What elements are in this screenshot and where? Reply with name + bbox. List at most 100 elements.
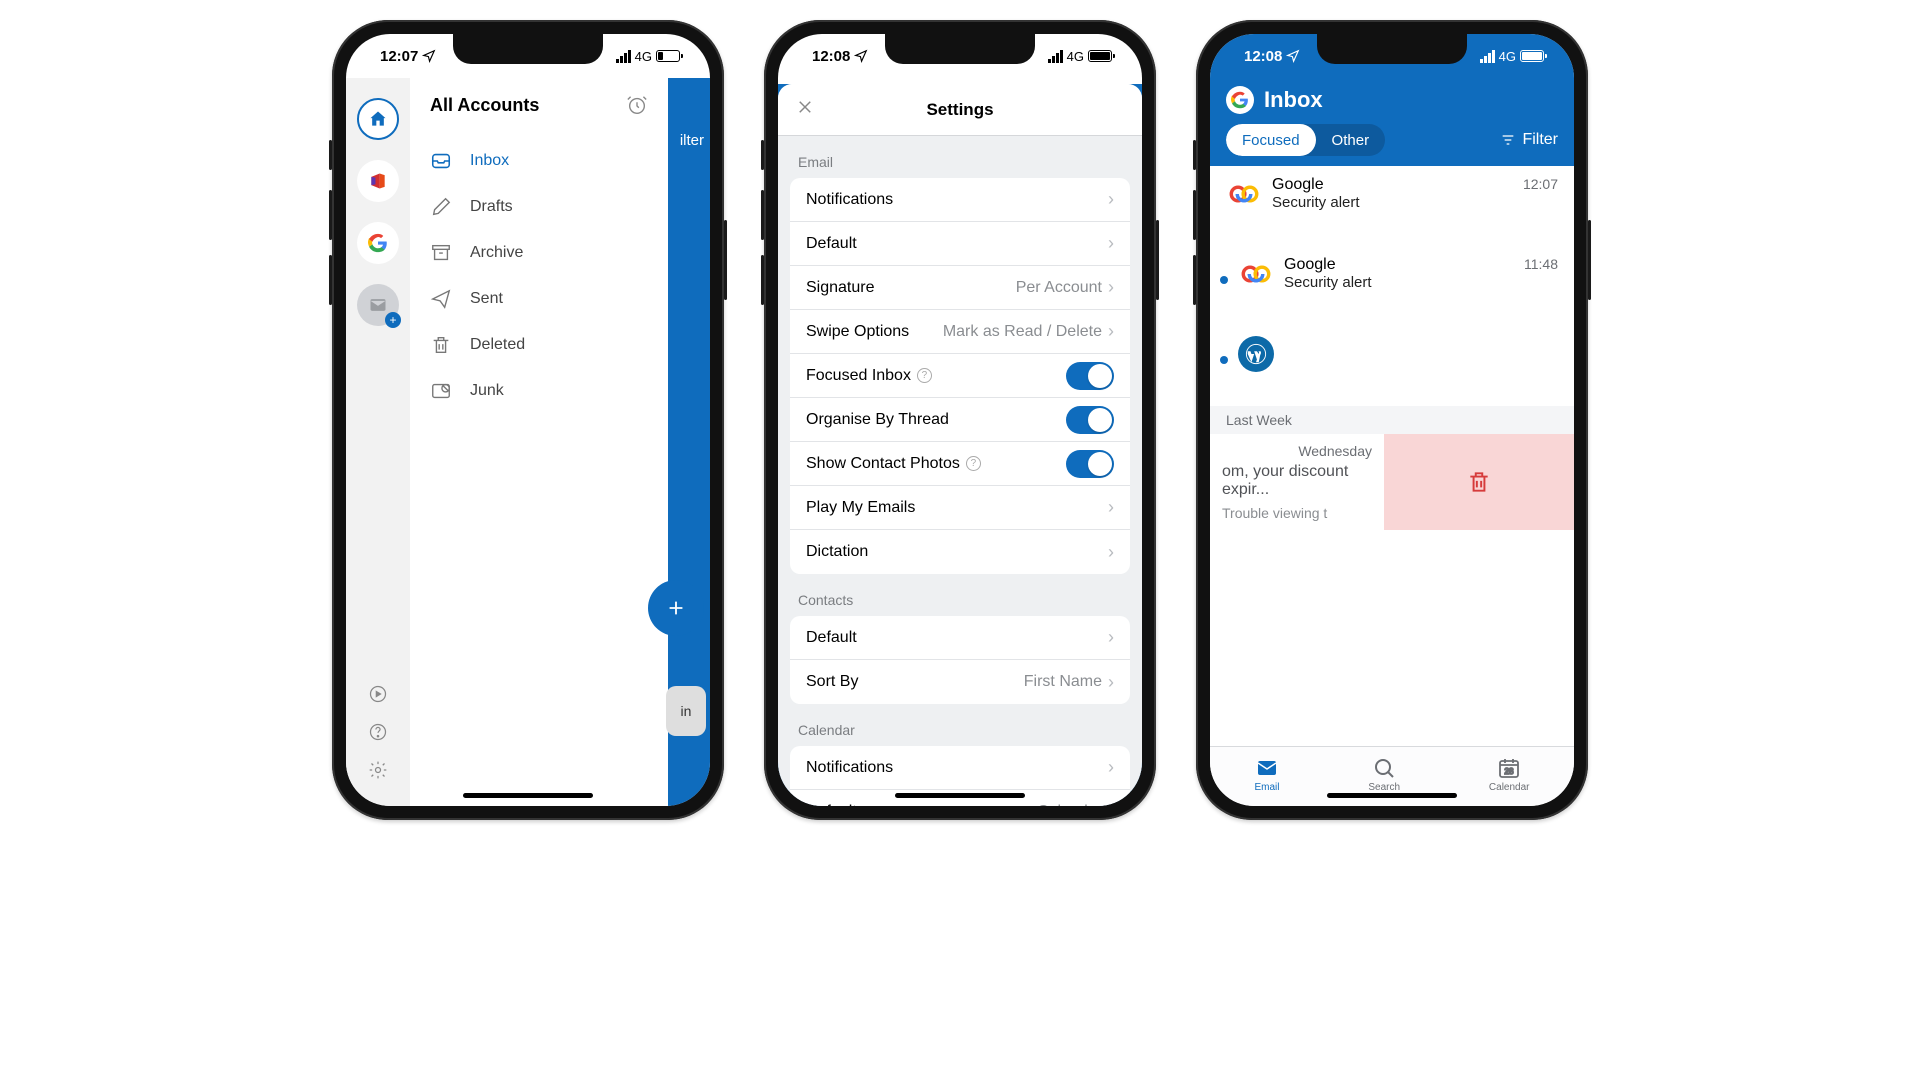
filter-button[interactable]: Filter (1500, 131, 1558, 149)
google-avatar-icon (1239, 257, 1273, 291)
inbox-segment: Focused Other (1226, 124, 1385, 156)
tab-search[interactable]: Search (1368, 756, 1400, 793)
play-emails-icon[interactable] (368, 684, 388, 704)
signal-bars-icon (616, 50, 631, 63)
google-avatar-icon (1227, 177, 1261, 211)
message-preview: Trouble viewing t (1222, 505, 1372, 521)
row-sort-by[interactable]: Sort By First Name› (790, 660, 1130, 704)
help-icon[interactable] (368, 722, 388, 742)
alarm-icon[interactable] (626, 94, 648, 116)
rail-office-button[interactable] (357, 160, 399, 202)
message-row[interactable]: Google12:07 Security alert (1210, 166, 1574, 246)
trash-icon (1466, 469, 1492, 495)
message-subject: om, your discount expir... (1222, 463, 1372, 499)
section-header-contacts: Contacts (778, 574, 1142, 616)
chevron-right-icon: › (1108, 277, 1114, 298)
mail-icon (1255, 756, 1279, 780)
message-row[interactable]: Google11:48 Security alert (1210, 246, 1574, 326)
status-network: 4G (1499, 49, 1516, 64)
row-focused-inbox[interactable]: Focused Inbox? (790, 354, 1130, 398)
help-icon[interactable]: ? (966, 456, 981, 471)
folder-label: Junk (470, 382, 504, 400)
row-play-emails[interactable]: Play My Emails › (790, 486, 1130, 530)
background-content-peek[interactable]: ilter in (668, 78, 710, 806)
settings-sheet: Settings Email Notifications › Default ›… (778, 84, 1142, 806)
google-icon (368, 233, 388, 253)
signal-bars-icon (1048, 50, 1063, 63)
help-icon[interactable]: ? (917, 368, 932, 383)
office-icon (368, 171, 388, 191)
account-avatar-button[interactable] (1226, 86, 1254, 114)
row-default[interactable]: Default › (790, 222, 1130, 266)
folder-list: All Accounts Inbox Drafts Archive (410, 78, 668, 806)
junk-icon (430, 380, 452, 402)
settings-header: Settings (778, 84, 1142, 136)
svg-text:28: 28 (1505, 767, 1514, 776)
plus-icon (665, 597, 687, 619)
row-dictation[interactable]: Dictation › (790, 530, 1130, 574)
message-day: Wednesday (1222, 443, 1372, 459)
home-indicator[interactable] (463, 793, 593, 798)
toggle-contact-photos[interactable] (1066, 450, 1114, 478)
tab-email[interactable]: Email (1254, 756, 1279, 793)
close-button[interactable] (796, 98, 814, 122)
location-arrow-icon (854, 49, 868, 63)
archive-icon (430, 242, 452, 264)
folder-drafts[interactable]: Drafts (430, 184, 648, 230)
mail-icon (368, 295, 388, 315)
chevron-right-icon: › (1108, 497, 1114, 518)
message-row[interactable] (1210, 326, 1574, 406)
message-list[interactable]: Google12:07 Security alert Google11:48 S… (1210, 166, 1574, 738)
row-cal-notifications[interactable]: Notifications › (790, 746, 1130, 790)
chevron-right-icon: › (1108, 321, 1114, 342)
rail-google-button[interactable] (357, 222, 399, 264)
folder-deleted[interactable]: Deleted (430, 322, 648, 368)
folder-inbox[interactable]: Inbox (430, 138, 648, 184)
row-organise-thread[interactable]: Organise By Thread (790, 398, 1130, 442)
drafts-icon (430, 196, 452, 218)
status-time: 12:08 (1244, 48, 1282, 65)
rail-home-button[interactable] (357, 98, 399, 140)
wordpress-icon (1245, 343, 1267, 365)
section-header-email: Email (778, 136, 1142, 178)
close-icon (796, 98, 814, 116)
row-contacts-default[interactable]: Default › (790, 616, 1130, 660)
settings-icon[interactable] (368, 760, 388, 780)
section-last-week: Last Week (1210, 406, 1574, 434)
notch (885, 34, 1035, 64)
trash-icon (430, 334, 452, 356)
home-indicator[interactable] (895, 793, 1025, 798)
message-row-swiping[interactable]: Wednesday om, your discount expir... Tro… (1210, 434, 1574, 530)
tab-other[interactable]: Other (1316, 124, 1386, 156)
rail-add-account-button[interactable]: + (357, 284, 399, 326)
phone-frame-3: 12:08 4G Inbox Focused Other (1196, 20, 1588, 820)
sender-avatar (1238, 256, 1274, 292)
row-swipe-options[interactable]: Swipe Options Mark as Read / Delete› (790, 310, 1130, 354)
home-indicator[interactable] (1327, 793, 1457, 798)
folder-sent[interactable]: Sent (430, 276, 648, 322)
location-arrow-icon (422, 49, 436, 63)
status-time: 12:07 (380, 48, 418, 65)
section-header-calendar: Calendar (778, 704, 1142, 746)
inbox-icon (430, 150, 452, 172)
chevron-right-icon: › (1108, 802, 1114, 807)
google-icon (1231, 91, 1249, 109)
folder-label: Archive (470, 244, 523, 262)
tab-focused[interactable]: Focused (1226, 124, 1316, 156)
row-signature[interactable]: Signature Per Account› (790, 266, 1130, 310)
toggle-focused-inbox[interactable] (1066, 362, 1114, 390)
inbox-header: Inbox Focused Other Filter (1210, 78, 1574, 166)
message-time: 12:07 (1523, 176, 1558, 194)
tab-calendar[interactable]: 28 Calendar (1489, 756, 1530, 793)
home-icon (368, 109, 388, 129)
row-contact-photos[interactable]: Show Contact Photos? (790, 442, 1130, 486)
swipe-delete-action[interactable] (1384, 434, 1574, 530)
folder-label: Drafts (470, 198, 513, 216)
folder-junk[interactable]: Junk (430, 368, 648, 414)
row-notifications[interactable]: Notifications › (790, 178, 1130, 222)
folder-archive[interactable]: Archive (430, 230, 648, 276)
calendar-icon: 28 (1497, 756, 1521, 780)
compose-fab[interactable] (648, 580, 704, 636)
sender-avatar (1238, 336, 1274, 372)
toggle-organise-thread[interactable] (1066, 406, 1114, 434)
